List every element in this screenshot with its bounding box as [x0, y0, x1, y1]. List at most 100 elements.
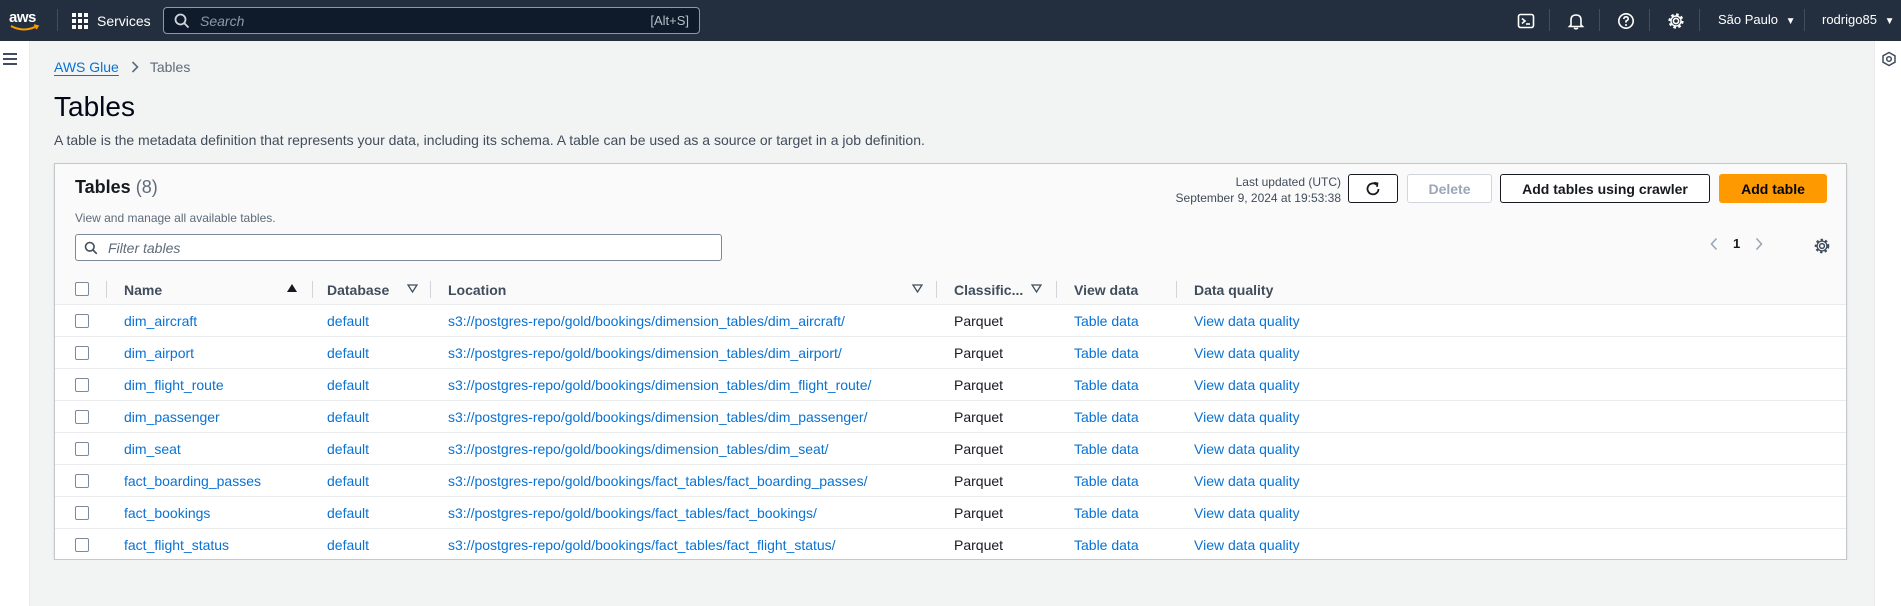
- classification-value: Parquet: [954, 441, 1004, 457]
- database-link[interactable]: default: [327, 505, 369, 521]
- location-link[interactable]: s3://postgres-repo/gold/bookings/dimensi…: [448, 345, 842, 361]
- select-all-checkbox[interactable]: [75, 282, 89, 296]
- chevron-left-icon[interactable]: [1709, 237, 1719, 251]
- table-data-link[interactable]: Table data: [1074, 409, 1139, 425]
- view-data-quality-link[interactable]: View data quality: [1194, 537, 1300, 553]
- table-row[interactable]: dim_seat default s3://postgres-repo/gold/b…: [55, 433, 1846, 465]
- delete-button[interactable]: Delete: [1407, 174, 1492, 203]
- menu-icon[interactable]: [3, 53, 17, 65]
- refresh-button[interactable]: [1348, 174, 1398, 203]
- database-link[interactable]: default: [327, 409, 369, 425]
- table-name-link[interactable]: fact_boarding_passes: [124, 473, 261, 489]
- table-name-link[interactable]: dim_aircraft: [124, 313, 197, 329]
- tools-panel-collapsed: [1874, 41, 1901, 606]
- sort-icon[interactable]: [1031, 284, 1042, 293]
- database-link[interactable]: default: [327, 537, 369, 553]
- column-divider: [430, 281, 431, 298]
- preferences-gear-icon[interactable]: [1813, 237, 1831, 255]
- help-icon[interactable]: [1617, 12, 1635, 30]
- table-name-link[interactable]: dim_flight_route: [124, 377, 224, 393]
- row-checkbox[interactable]: [75, 410, 89, 424]
- view-data-quality-link[interactable]: View data quality: [1194, 505, 1300, 521]
- location-link[interactable]: s3://postgres-repo/gold/bookings/dimensi…: [448, 377, 871, 393]
- classification-value: Parquet: [954, 313, 1004, 329]
- sort-icon[interactable]: [912, 284, 923, 293]
- chevron-right-icon[interactable]: [1754, 237, 1764, 251]
- view-data-quality-link[interactable]: View data quality: [1194, 345, 1300, 361]
- classification-value: Parquet: [954, 345, 1004, 361]
- table-data-link[interactable]: Table data: [1074, 313, 1139, 329]
- location-link[interactable]: s3://postgres-repo/gold/bookings/fact_ta…: [448, 473, 868, 489]
- table-data-link[interactable]: Table data: [1074, 473, 1139, 489]
- location-link[interactable]: s3://postgres-repo/gold/bookings/dimensi…: [448, 409, 867, 425]
- location-link[interactable]: s3://postgres-repo/gold/bookings/dimensi…: [448, 441, 829, 457]
- table-name-link[interactable]: dim_airport: [124, 345, 194, 361]
- table-data-link[interactable]: Table data: [1074, 377, 1139, 393]
- notifications-icon[interactable]: [1567, 12, 1585, 30]
- location-link[interactable]: s3://postgres-repo/gold/bookings/fact_ta…: [448, 537, 836, 553]
- add-tables-crawler-button[interactable]: Add tables using crawler: [1500, 174, 1710, 203]
- column-header-classification[interactable]: Classific...: [954, 282, 1023, 298]
- view-data-quality-link[interactable]: View data quality: [1194, 313, 1300, 329]
- table-name-link[interactable]: dim_seat: [124, 441, 181, 457]
- cloudshell-icon[interactable]: [1517, 12, 1535, 30]
- database-link[interactable]: default: [327, 473, 369, 489]
- database-link[interactable]: default: [327, 377, 369, 393]
- filter-placeholder: Filter tables: [108, 239, 181, 256]
- database-link[interactable]: default: [327, 441, 369, 457]
- search-placeholder: Search: [200, 12, 245, 29]
- add-table-button[interactable]: Add table: [1719, 174, 1827, 203]
- sort-icon[interactable]: [407, 284, 418, 293]
- column-divider: [936, 281, 937, 298]
- column-header-name[interactable]: Name: [124, 282, 162, 298]
- table-row[interactable]: dim_passenger default s3://postgres-repo/g…: [55, 401, 1846, 433]
- column-header-database[interactable]: Database: [327, 282, 389, 298]
- page-number[interactable]: 1: [1733, 236, 1740, 251]
- settings-icon[interactable]: [1667, 12, 1685, 30]
- table-data-link[interactable]: Table data: [1074, 345, 1139, 361]
- row-checkbox[interactable]: [75, 474, 89, 488]
- filter-tables-input[interactable]: Filter tables: [75, 234, 722, 261]
- account-menu[interactable]: rodrigo85 ▼: [1822, 12, 1894, 27]
- breadcrumb: AWS Glue Tables: [54, 59, 190, 75]
- table-name-link[interactable]: fact_flight_status: [124, 537, 229, 553]
- table-row[interactable]: fact_bookings default s3://postgres-repo/g…: [55, 497, 1846, 529]
- search-input[interactable]: Search [Alt+S]: [163, 7, 700, 34]
- table-row[interactable]: fact_boarding_passes default s3://postgres…: [55, 465, 1846, 497]
- panel-title-text: Tables: [75, 177, 131, 197]
- last-updated: Last updated (UTC) September 9, 2024 at …: [1176, 174, 1341, 206]
- region-selector[interactable]: São Paulo ▼: [1718, 12, 1796, 27]
- row-checkbox[interactable]: [75, 378, 89, 392]
- view-data-quality-link[interactable]: View data quality: [1194, 441, 1300, 457]
- location-link[interactable]: s3://postgres-repo/gold/bookings/fact_ta…: [448, 505, 817, 521]
- table-data-link[interactable]: Table data: [1074, 537, 1139, 553]
- database-link[interactable]: default: [327, 313, 369, 329]
- row-checkbox[interactable]: [75, 314, 89, 328]
- table-name-link[interactable]: fact_bookings: [124, 505, 210, 521]
- table-data-link[interactable]: Table data: [1074, 505, 1139, 521]
- table-data-link[interactable]: Table data: [1074, 441, 1139, 457]
- table-row[interactable]: dim_flight_route default s3://postgres-rep…: [55, 369, 1846, 401]
- breadcrumb-aws-glue[interactable]: AWS Glue: [54, 59, 119, 75]
- caret-down-icon: ▼: [1884, 16, 1895, 27]
- row-checkbox[interactable]: [75, 346, 89, 360]
- row-checkbox[interactable]: [75, 442, 89, 456]
- sort-ascending-icon[interactable]: [286, 283, 298, 293]
- table-row[interactable]: dim_airport default s3://postgres-repo/gol…: [55, 337, 1846, 369]
- database-link[interactable]: default: [327, 345, 369, 361]
- caret-down-icon: ▼: [1785, 16, 1796, 27]
- search-shortcut: [Alt+S]: [650, 13, 689, 28]
- aws-logo[interactable]: aws: [8, 6, 42, 34]
- table-row[interactable]: dim_aircraft default s3://postgres-repo/go…: [55, 305, 1846, 337]
- tools-panel-icon[interactable]: [1881, 51, 1897, 67]
- table-row[interactable]: fact_flight_status default s3://postgres-r…: [55, 529, 1846, 561]
- row-checkbox[interactable]: [75, 506, 89, 520]
- view-data-quality-link[interactable]: View data quality: [1194, 377, 1300, 393]
- location-link[interactable]: s3://postgres-repo/gold/bookings/dimensi…: [448, 313, 845, 329]
- row-checkbox[interactable]: [75, 538, 89, 552]
- services-menu[interactable]: Services: [72, 0, 151, 41]
- table-name-link[interactable]: dim_passenger: [124, 409, 220, 425]
- view-data-quality-link[interactable]: View data quality: [1194, 473, 1300, 489]
- column-header-location[interactable]: Location: [448, 282, 506, 298]
- view-data-quality-link[interactable]: View data quality: [1194, 409, 1300, 425]
